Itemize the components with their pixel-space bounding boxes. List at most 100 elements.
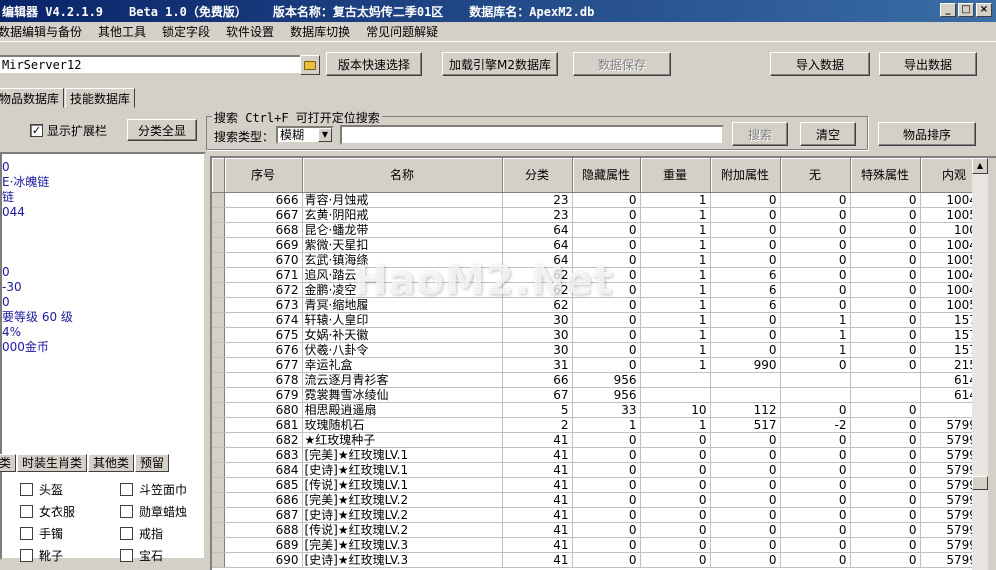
row-indicator[interactable]: [212, 432, 225, 448]
table-cell[interactable]: [完美]★红玫瑰LV.2: [302, 492, 503, 508]
clear-button[interactable]: 清空: [800, 122, 856, 146]
table-cell[interactable]: 0: [572, 207, 641, 223]
table-cell[interactable]: 追风·踏云: [302, 267, 503, 283]
table-cell[interactable]: 5: [502, 402, 573, 418]
menu-faq[interactable]: 常见问题解疑: [358, 23, 446, 40]
table-cell[interactable]: 62: [502, 267, 573, 283]
table-cell[interactable]: 673: [224, 297, 303, 313]
table-cell[interactable]: 0: [710, 492, 781, 508]
row-indicator[interactable]: [212, 282, 225, 298]
table-cell[interactable]: 1: [640, 237, 711, 253]
category-boots[interactable]: 靴子: [20, 547, 63, 564]
table-cell[interactable]: 666: [224, 192, 303, 208]
import-data-button[interactable]: 导入数据: [770, 52, 870, 76]
table-cell[interactable]: 1: [640, 192, 711, 208]
tab-category-fashion[interactable]: 时装生肖类: [17, 454, 88, 472]
table-cell[interactable]: [710, 372, 781, 388]
table-cell[interactable]: 1: [640, 327, 711, 343]
search-button[interactable]: 搜索: [732, 122, 788, 146]
table-cell[interactable]: 0: [780, 237, 851, 253]
category-checkbox[interactable]: [120, 505, 133, 518]
table-row[interactable]: 680相思殿逍遥扇53310112007: [212, 402, 989, 418]
table-cell[interactable]: 30: [502, 327, 573, 343]
table-cell[interactable]: 0: [640, 552, 711, 568]
table-cell[interactable]: 0: [850, 447, 921, 463]
table-cell[interactable]: 昆仑·蟠龙带: [302, 222, 503, 238]
table-cell[interactable]: 0: [850, 462, 921, 478]
server-path-field[interactable]: MirServer12: [0, 55, 318, 75]
table-row[interactable]: 673 青冥·缩地履 62 0 1 6 0 0 10050: [212, 297, 989, 313]
table-cell[interactable]: [史诗]★红玫瑰LV.2: [302, 507, 503, 523]
table-cell[interactable]: 0: [710, 447, 781, 463]
table-cell[interactable]: 0: [572, 552, 641, 568]
tab-category-other[interactable]: 其他类: [88, 454, 135, 472]
category-checkbox[interactable]: [120, 483, 133, 496]
table-cell[interactable]: 676: [224, 342, 303, 358]
table-cell[interactable]: 64: [502, 222, 573, 238]
table-cell[interactable]: 0: [780, 267, 851, 283]
table-cell[interactable]: [780, 387, 851, 403]
table-cell[interactable]: 1: [640, 252, 711, 268]
table-cell[interactable]: 672: [224, 282, 303, 298]
table-cell[interactable]: 62: [502, 282, 573, 298]
table-cell[interactable]: 0: [850, 207, 921, 223]
row-indicator[interactable]: [212, 342, 225, 358]
minimize-icon[interactable]: _: [940, 3, 956, 17]
table-cell[interactable]: [640, 372, 711, 388]
close-icon[interactable]: ×: [976, 3, 992, 17]
category-gem[interactable]: 宝石: [120, 547, 163, 564]
table-cell[interactable]: 0: [780, 282, 851, 298]
table-cell[interactable]: 0: [710, 312, 781, 328]
table-cell[interactable]: 0: [572, 537, 641, 553]
category-checkbox[interactable]: [120, 549, 133, 562]
table-cell[interactable]: 41: [502, 462, 573, 478]
table-cell[interactable]: 956: [572, 372, 641, 388]
table-cell[interactable]: 41: [502, 477, 573, 493]
table-cell[interactable]: 0: [850, 297, 921, 313]
row-indicator[interactable]: [212, 207, 225, 223]
table-cell[interactable]: [完美]★红玫瑰LV.3: [302, 537, 503, 553]
table-cell[interactable]: 0: [850, 552, 921, 568]
table-cell[interactable]: 41: [502, 507, 573, 523]
table-cell[interactable]: 0: [710, 252, 781, 268]
table-cell[interactable]: 1: [780, 312, 851, 328]
scroll-thumb[interactable]: [972, 476, 988, 490]
table-cell[interactable]: 1: [640, 342, 711, 358]
table-cell[interactable]: 0: [850, 222, 921, 238]
category-hat[interactable]: 斗笠面巾: [120, 481, 187, 498]
table-cell[interactable]: 0: [780, 477, 851, 493]
col-header-hidden-attr[interactable]: 隐藏属性: [572, 158, 641, 193]
table-cell[interactable]: 41: [502, 552, 573, 568]
category-checkbox[interactable]: [20, 527, 33, 540]
row-indicator[interactable]: [212, 192, 225, 208]
table-cell[interactable]: 6: [710, 297, 781, 313]
table-cell[interactable]: 669: [224, 237, 303, 253]
table-cell[interactable]: 690: [224, 552, 303, 568]
table-cell[interactable]: 685: [224, 477, 303, 493]
table-cell[interactable]: 680: [224, 402, 303, 418]
load-engine-db-button[interactable]: 加载引擎M2数据库: [442, 52, 558, 76]
table-cell[interactable]: 1: [640, 207, 711, 223]
row-indicator[interactable]: [212, 387, 225, 403]
table-cell[interactable]: 64: [502, 252, 573, 268]
table-cell[interactable]: 0: [572, 462, 641, 478]
table-cell[interactable]: 675: [224, 327, 303, 343]
row-indicator[interactable]: [212, 327, 225, 343]
category-checkbox[interactable]: [20, 505, 33, 518]
table-row[interactable]: 684 [史诗]★红玫瑰LV.1 41 0 0 0 0 0 57998: [212, 462, 989, 478]
col-header-name[interactable]: 名称: [302, 158, 503, 193]
scroll-up-icon[interactable]: ▲: [972, 158, 988, 174]
table-row[interactable]: 678 流云逐月青衫客 66 956 6140: [212, 372, 989, 388]
table-cell[interactable]: 0: [710, 462, 781, 478]
table-cell[interactable]: 伏羲·八卦令: [302, 342, 503, 358]
table-cell[interactable]: 0: [780, 462, 851, 478]
table-cell[interactable]: 0: [640, 462, 711, 478]
table-cell[interactable]: 青容·月蚀戒: [302, 192, 503, 208]
table-cell[interactable]: 霓裳舞雪冰绫仙: [302, 387, 503, 403]
table-cell[interactable]: 0: [710, 522, 781, 538]
table-cell[interactable]: 0: [572, 192, 641, 208]
table-cell[interactable]: [史诗]★红玫瑰LV.3: [302, 552, 503, 568]
table-cell[interactable]: 0: [780, 207, 851, 223]
table-cell[interactable]: 玄武·镇海绦: [302, 252, 503, 268]
row-indicator[interactable]: [212, 402, 225, 418]
